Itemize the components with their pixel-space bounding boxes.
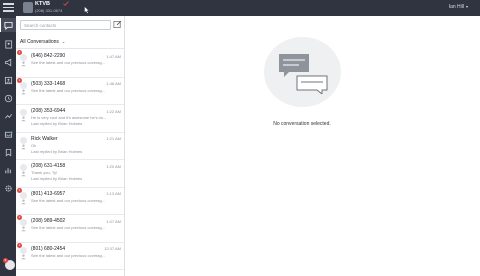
filter-label: All Conversations (20, 39, 59, 45)
clock-icon (4, 94, 12, 102)
person-icon (21, 253, 26, 259)
user-name[interactable]: Ian Hill (449, 4, 464, 10)
contacts-book-icon (4, 39, 12, 49)
settings-icon (4, 184, 12, 192)
person-icon (21, 88, 26, 94)
conversation-name: (208) 353-6944 (31, 108, 66, 114)
conversation-item[interactable]: 1 (646) 842-2290 1:47 AM See the latest and… (16, 50, 124, 78)
avatar (20, 54, 27, 67)
megaphone-icon (4, 58, 11, 66)
avatar (20, 81, 27, 94)
conversation-list-panel: Search contacts All Conversations ⌄ 1 (646… (16, 16, 125, 276)
avatar (20, 109, 27, 122)
nav-settings[interactable] (0, 181, 16, 195)
nav-saved[interactable] (0, 145, 16, 159)
empty-state-message: No conversation selected. (273, 121, 331, 127)
avatar (20, 191, 27, 204)
avatar (20, 246, 27, 259)
unread-badge: 1 (17, 50, 22, 55)
notification-badge: 9 (3, 258, 8, 263)
conversation-preview: See the latest and our previous coverag.… (31, 60, 106, 65)
conversation-subtext: Last replied by Brian Holmes (31, 121, 83, 126)
search-input[interactable]: Search contacts (20, 20, 111, 30)
conversation-name: (503) 333-1468 (31, 80, 66, 87)
avatar (20, 164, 27, 177)
nav-scheduled[interactable] (0, 91, 16, 105)
inbox-icon (4, 130, 13, 138)
conversation-preview: See the latest and our previous coverag.… (31, 197, 106, 203)
conversation-item[interactable]: Rick Walker 1:21 AM Ok Last replied by Bria… (16, 133, 124, 160)
conversation-time: 12:37 AM (104, 246, 121, 251)
left-nav-rail: 9 (0, 16, 16, 276)
unread-badge: 1 (17, 242, 22, 248)
hamburger-menu-icon[interactable] (3, 3, 14, 13)
conversation-item[interactable]: 1 (801) 680-2454 12:37 AM See the latest an… (16, 242, 124, 270)
person-icon (21, 171, 26, 177)
compose-icon[interactable] (113, 20, 122, 29)
unread-badge: 1 (17, 187, 22, 193)
conversation-name: (208) 989-4502 (31, 218, 66, 224)
person-icon (21, 116, 26, 122)
nav-reports[interactable] (0, 163, 16, 177)
nav-contacts[interactable] (0, 37, 16, 51)
conversation-name: (208) 631-4158 (31, 163, 66, 169)
conversation-preview: See the latest and our previous coverag.… (31, 87, 106, 93)
conversation-preview: Ok (31, 142, 37, 148)
conversation-preview: See the latest and our previous coverag.… (31, 252, 106, 258)
conversation-name: (646) 842-2290 (31, 53, 66, 59)
conversation-item[interactable]: (208) 353-6944 1:22 AM He is very cool and… (16, 105, 124, 133)
unread-badge: 1 (17, 215, 22, 220)
avatar (20, 136, 27, 149)
help-widget[interactable]: 9 (3, 258, 15, 270)
conversation-time: 1:07 AM (106, 218, 121, 224)
bookmark-icon (5, 148, 11, 156)
mouse-cursor-icon (84, 6, 90, 14)
chevron-down-icon: ⌄ (61, 39, 66, 44)
conversation-subtext: Last replied by Brian Holmes (31, 176, 83, 181)
chat-bubbles-icon (279, 54, 328, 94)
brand-phone: (208) 331-0674 (35, 8, 63, 13)
person-icon (21, 226, 26, 232)
conversation-preview: He is very cool and it's awesome he's do… (31, 115, 107, 120)
conversation-preview: See the latest and our previous coverag.… (31, 225, 106, 230)
person-icon (21, 143, 26, 149)
person-icon (21, 198, 26, 204)
conversation-item[interactable]: 1 (208) 989-4502 1:07 AM See the latest and… (16, 215, 124, 243)
person-icon (21, 61, 26, 67)
conversation-filter-dropdown[interactable]: All Conversations ⌄ (20, 39, 65, 45)
conversation-name: (801) 413-6957 (31, 190, 66, 197)
chat-bubble-icon (4, 21, 13, 30)
conversation-preview: Thank you, Ty! (31, 170, 58, 175)
chevron-down-icon[interactable]: ▾ (466, 4, 468, 9)
nav-conversations[interactable] (0, 18, 16, 32)
conversation-name: (801) 680-2454 (31, 245, 66, 252)
conversation-time: 1:47 AM (106, 53, 121, 59)
conversation-time: 1:46 AM (106, 81, 121, 86)
unread-badge: 1 (17, 77, 22, 83)
nav-campaigns[interactable] (0, 55, 16, 69)
conversation-name: Rick Walker (31, 135, 58, 142)
conversation-time: 1:13 AM (106, 191, 121, 196)
conversation-time: 1:20 AM (106, 163, 121, 169)
conversation-time: 1:22 AM (106, 108, 121, 114)
divider (16, 48, 124, 49)
brand-name[interactable]: KTVB (35, 1, 50, 7)
nav-people[interactable] (0, 73, 16, 87)
checkmark-icon (63, 1, 69, 6)
avatar (20, 219, 27, 232)
top-bar: KTVB (208) 331-0674 Ian Hill ▾ (0, 0, 480, 16)
conversation-subtext: Last replied by Brian Holmes (31, 148, 83, 154)
conversation-item[interactable]: 1 (801) 413-6957 1:13 AM See the latest and… (16, 187, 124, 215)
chart-icon (4, 167, 11, 173)
conversation-time: 1:21 AM (106, 136, 121, 141)
nav-inbox[interactable] (0, 127, 16, 141)
person-icon (4, 76, 12, 84)
analytics-icon (4, 113, 12, 119)
nav-analytics[interactable] (0, 109, 16, 123)
conversation-item[interactable]: 1 (503) 333-1468 1:46 AM See the latest and… (16, 77, 124, 105)
brand-logo-icon (23, 2, 33, 13)
conversation-item[interactable]: (208) 631-4158 1:20 AM Thank you, Ty! Last … (16, 160, 124, 188)
